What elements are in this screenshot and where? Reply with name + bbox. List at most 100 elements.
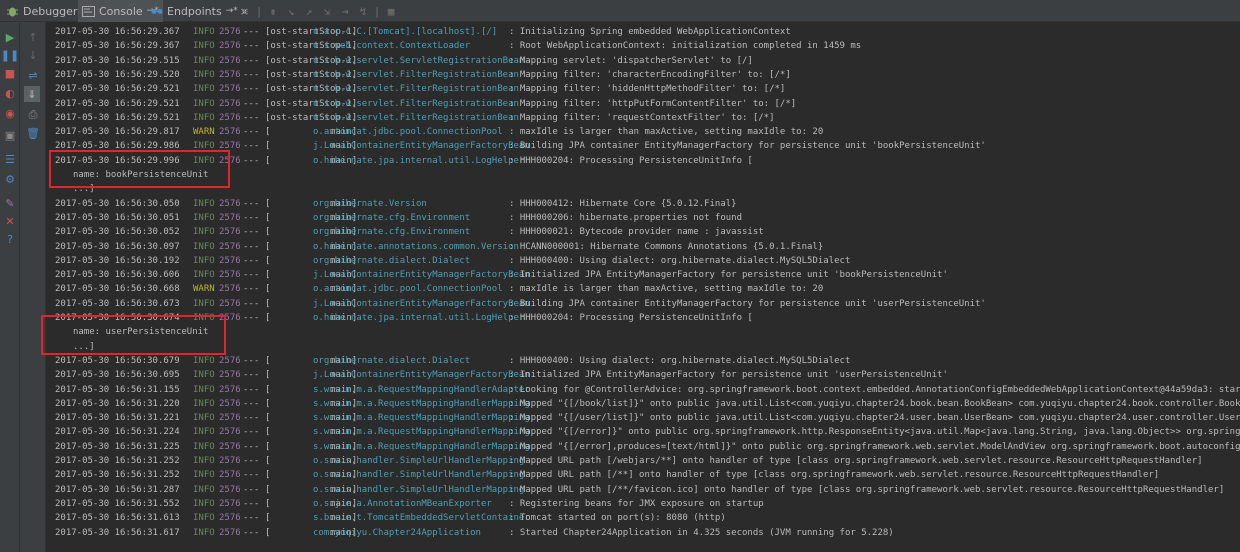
log-logger: org.hibernate.Version — [313, 198, 427, 209]
log-separator: --- — [243, 227, 260, 238]
log-logger: s.w.s.m.m.a.RequestMappingHandlerMapping — [313, 427, 530, 438]
log-level: INFO — [193, 527, 215, 538]
log-pid: 2576 — [219, 255, 241, 266]
log-message: : Mapping filter: 'hiddenHttpMethodFilte… — [509, 84, 786, 95]
tab-debugger[interactable]: Debugger — [6, 0, 77, 22]
tab-label: Debugger — [23, 4, 78, 18]
view-breakpoints-icon[interactable]: ▣ — [3, 128, 17, 142]
log-logger: o.s.b.w.servlet.FilterRegistrationBean — [313, 98, 519, 109]
log-separator: --- — [243, 127, 260, 138]
log-logger: o.s.w.s.handler.SimpleUrlHandlerMapping — [313, 470, 525, 481]
stop-icon[interactable]: ■ — [3, 66, 17, 80]
pin-marker: →* — [225, 6, 238, 16]
log-separator: --- — [243, 255, 260, 266]
log-timestamp: 2017-05-30 16:56:30.097 — [55, 241, 180, 252]
log-message: : Initialized JPA EntityManagerFactory f… — [509, 270, 948, 281]
console-output[interactable]: 2017-05-30 16:56:29.367 INFO 2576 --- [ost-s… — [47, 22, 1240, 552]
step-over-icon[interactable]: ≡ — [237, 3, 253, 19]
console-icon — [82, 5, 95, 18]
mute-icon[interactable]: ◉ — [3, 106, 17, 120]
log-message: : HHH000400: Using dialect: org.hibernat… — [509, 355, 851, 366]
log-timestamp: 2017-05-30 16:56:30.606 — [55, 270, 180, 281]
pause-icon[interactable]: ❚❚ — [1, 48, 19, 62]
tool-window-tabbar: Debugger Console →* Endpoints →* × ≡ | ⇟… — [0, 0, 1240, 22]
run-to-cursor-icon[interactable]: ⇥ — [337, 3, 353, 19]
up-arrow-icon[interactable]: ↑ — [26, 30, 40, 44]
tab-endpoints[interactable]: Endpoints →* × — [150, 0, 249, 22]
log-logger: s.w.s.m.m.a.RequestMappingHandlerMapping — [313, 441, 530, 452]
highlight-box-user — [41, 315, 226, 355]
console-action-toolbar: ↑ ↓ ⇌ ⇓ ⎙ 🗑 — [20, 22, 46, 552]
log-separator: --- — [243, 384, 260, 395]
scroll-end-icon[interactable]: ⇓ — [24, 86, 40, 102]
log-message: : Mapping filter: 'characterEncodingFilt… — [509, 69, 791, 80]
log-pid: 2576 — [219, 370, 241, 381]
log-separator: --- — [243, 370, 260, 381]
print-icon[interactable]: ⎙ — [26, 108, 40, 122]
soft-wrap-icon[interactable]: ⇌ — [26, 68, 40, 82]
log-message: : Mapped "{[/user/list]}" onto public ja… — [509, 413, 1240, 424]
step-out-icon[interactable]: ↗ — [301, 3, 317, 19]
step-into-icon[interactable]: ⇟ — [265, 3, 281, 19]
log-level: INFO — [193, 55, 215, 66]
log-message: : HCANN000001: Hibernate Commons Annotat… — [509, 241, 824, 252]
log-message: : maxIdle is larger than maxActive, sett… — [509, 127, 824, 138]
settings-icon[interactable]: ☰ — [3, 152, 17, 166]
log-pid: 2576 — [219, 198, 241, 209]
log-logger: org.hibernate.cfg.Environment — [313, 227, 471, 238]
log-timestamp: 2017-05-30 16:56:29.367 — [55, 27, 180, 37]
log-timestamp: 2017-05-30 16:56:29.520 — [55, 69, 180, 80]
left-action-toolbar: ▶ ❚❚ ■ ◐ ◉ ▣ ☰ ⚙ ✎ ✕ ? — [0, 22, 20, 552]
log-pid: 2576 — [219, 284, 241, 295]
log-separator: --- — [243, 98, 260, 109]
log-timestamp: 2017-05-30 16:56:31.552 — [55, 498, 180, 509]
log-separator: --- — [243, 141, 260, 152]
log-timestamp: 2017-05-30 16:56:29.521 — [55, 112, 180, 123]
log-level: INFO — [193, 498, 215, 509]
tab-label: Console — [99, 4, 143, 18]
log-logger: o.s.j.e.a.AnnotationMBeanExporter — [313, 498, 492, 509]
force-step-into-icon[interactable]: ↘ — [283, 3, 299, 19]
log-message: : Tomcat started on port(s): 8080 (http) — [509, 513, 726, 524]
log-level: INFO — [193, 484, 215, 495]
gear-icon[interactable]: ⚙ — [3, 172, 17, 186]
log-timestamp: 2017-05-30 16:56:29.521 — [55, 98, 180, 109]
log-level: WARN — [193, 127, 215, 138]
evaluate-icon[interactable]: ↯ — [355, 3, 371, 19]
log-message: : Looking for @ControllerAdvice: org.spr… — [509, 384, 1240, 395]
log-level: INFO — [193, 513, 215, 524]
down-arrow-icon[interactable]: ↓ — [26, 48, 40, 62]
help-icon[interactable]: ? — [3, 232, 17, 246]
log-level: INFO — [193, 355, 215, 366]
log-pid: 2576 — [219, 456, 241, 466]
log-pid: 2576 — [219, 527, 241, 538]
close-icon[interactable]: ✕ — [3, 214, 17, 228]
log-timestamp: 2017-05-30 16:56:31.287 — [55, 484, 180, 495]
coverage-icon[interactable]: ◐ — [3, 86, 17, 100]
log-level: INFO — [193, 241, 215, 252]
log-separator: --- — [243, 69, 260, 80]
log-logger: o.s.w.s.handler.SimpleUrlHandlerMapping — [313, 456, 525, 466]
log-message: : Building JPA container EntityManagerFa… — [509, 298, 986, 309]
toolbar-divider: | — [373, 4, 381, 18]
log-level: INFO — [193, 298, 215, 309]
log-message: : Building JPA container EntityManagerFa… — [509, 141, 986, 152]
pin-icon[interactable]: ✎ — [3, 196, 17, 210]
log-pid: 2576 — [219, 69, 241, 80]
drop-frame-icon[interactable]: ⇲ — [319, 3, 335, 19]
log-message: : Root WebApplicationContext: initializa… — [509, 41, 862, 52]
log-level: INFO — [193, 112, 215, 123]
log-timestamp: 2017-05-30 16:56:30.051 — [55, 212, 180, 223]
log-message: : Mapped "{[/error]}" onto public org.sp… — [509, 427, 1240, 438]
log-level: INFO — [193, 84, 215, 95]
log-message: : Initialized JPA EntityManagerFactory f… — [509, 370, 948, 381]
log-message: : HHH000400: Using dialect: org.hibernat… — [509, 255, 851, 266]
log-pid: 2576 — [219, 212, 241, 223]
rerun-icon[interactable]: ▶ — [3, 30, 17, 44]
log-pid: 2576 — [219, 441, 241, 452]
trash-icon[interactable]: 🗑 — [26, 126, 40, 140]
grid-icon[interactable]: ▦ — [383, 3, 399, 19]
log-timestamp: 2017-05-30 16:56:29.817 — [55, 127, 180, 138]
log-separator: --- — [243, 27, 260, 37]
log-timestamp: 2017-05-30 16:56:30.668 — [55, 284, 180, 295]
